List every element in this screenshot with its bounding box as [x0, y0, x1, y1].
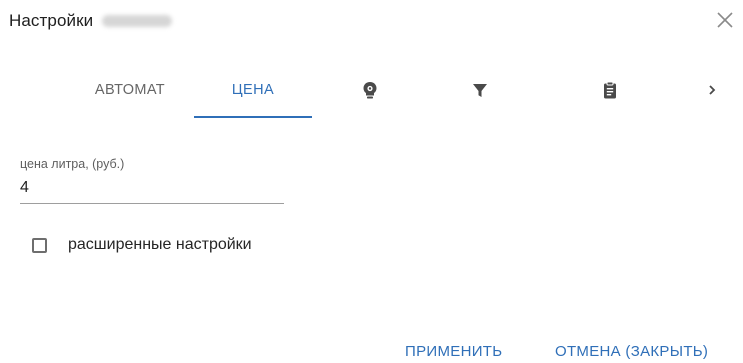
tab-price-label: ЦЕНА: [231, 82, 275, 98]
tab-filter[interactable]: [450, 66, 510, 114]
cancel-close-button[interactable]: ОТМЕНА (ЗАКРЫТЬ): [555, 343, 708, 363]
filter-icon: [473, 84, 487, 97]
advanced-settings-label: расширенные настройки: [68, 236, 252, 253]
tab-clipboard[interactable]: [580, 66, 640, 114]
price-per-liter-field: цена литра, (руб.): [20, 157, 286, 204]
lightbulb-gear-icon: [363, 82, 377, 99]
clipboard-icon: [604, 81, 616, 99]
tab-avtomat-label: АВТОМАТ: [94, 82, 166, 98]
price-per-liter-label: цена литра, (руб.): [20, 157, 125, 171]
tab-bar: АВТОМАТ ЦЕНА: [20, 66, 743, 118]
dialog-header: Настройки: [9, 10, 173, 32]
chevron-right-icon: [709, 85, 716, 95]
redacted-title-suffix: [102, 15, 173, 27]
apply-button[interactable]: ПРИМЕНИТЬ: [405, 343, 502, 363]
tab-price[interactable]: ЦЕНА: [194, 66, 312, 114]
tab-idea-settings[interactable]: [340, 66, 400, 114]
dialog-title: Настройки: [9, 11, 94, 30]
settings-dialog: Настройки АВТОМАТ ЦЕНА цена литра, (руб.…: [0, 0, 743, 363]
close-icon: [717, 12, 733, 28]
advanced-settings-checkbox[interactable]: [32, 237, 47, 253]
price-per-liter-input[interactable]: [20, 179, 284, 204]
advanced-settings-toggle[interactable]: расширенные настройки: [32, 233, 252, 257]
tab-scroll-next[interactable]: [692, 66, 732, 114]
active-tab-indicator: [194, 116, 312, 118]
tab-avtomat[interactable]: АВТОМАТ: [60, 66, 200, 114]
close-button[interactable]: [714, 9, 736, 31]
